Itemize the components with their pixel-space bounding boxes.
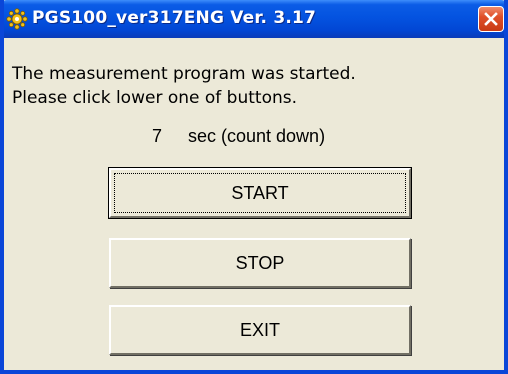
app-icon <box>6 8 28 30</box>
focus-rect <box>114 173 406 213</box>
window-title: PGS100_ver317ENG Ver. 3.17 <box>32 8 317 28</box>
app-window: PGS100_ver317ENG Ver. 3.17 The measureme… <box>0 0 508 374</box>
countdown-value: 7 <box>152 126 163 146</box>
countdown-label: sec (count down) <box>188 126 326 146</box>
close-icon <box>484 12 498 26</box>
start-button[interactable]: START <box>108 167 412 219</box>
countdown: 7 sec (count down) <box>152 126 325 147</box>
message-line-1: The measurement program was started. <box>12 64 356 84</box>
close-button[interactable] <box>478 6 504 32</box>
stop-button[interactable]: STOP <box>109 238 411 288</box>
message-line-2: Please click lower one of buttons. <box>12 88 297 108</box>
title-bar[interactable]: PGS100_ver317ENG Ver. 3.17 <box>4 0 504 38</box>
exit-button[interactable]: EXIT <box>109 305 411 355</box>
exit-button-label: EXIT <box>239 319 280 340</box>
stop-button-label: STOP <box>235 252 285 273</box>
status-message: The measurement program was started. Ple… <box>12 62 356 110</box>
